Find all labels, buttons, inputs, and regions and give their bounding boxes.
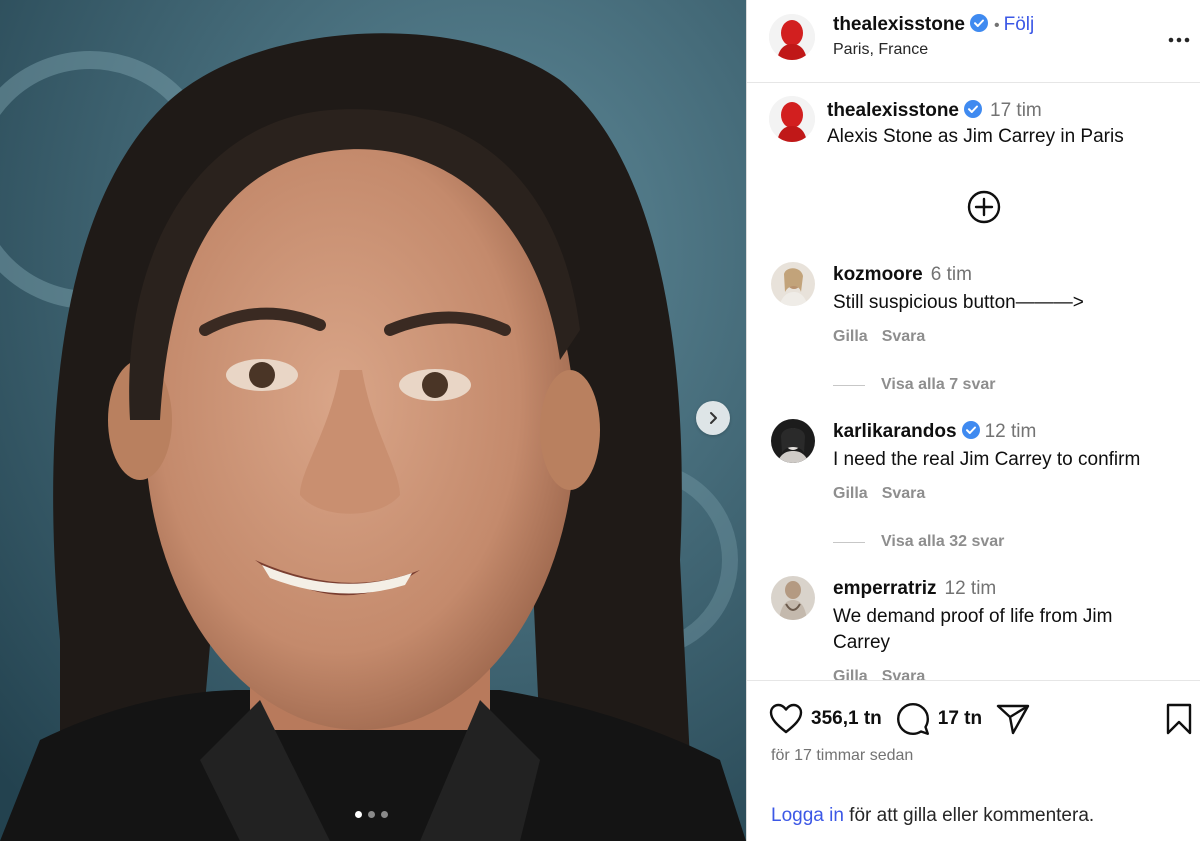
post-side-panel: thealexisstone • Följ Paris, France theale… — [746, 0, 1200, 841]
post-location[interactable]: Paris, France — [833, 41, 928, 59]
caption-time[interactable]: 17 tim — [990, 100, 1042, 121]
view-replies-label: Visa alla 32 svar — [881, 533, 1005, 550]
plus-circle-icon — [967, 190, 1001, 224]
dot-separator: • — [994, 17, 1000, 34]
reply-comment-button[interactable]: Svara — [882, 328, 926, 345]
heart-icon — [769, 703, 803, 734]
user-photo-avatar — [771, 262, 815, 306]
comment-header: karlikarandos 12 tim — [833, 421, 1036, 443]
like-comment-button[interactable]: Gilla — [833, 668, 868, 680]
carousel-dot[interactable] — [381, 811, 388, 818]
comment-username[interactable]: emperratriz — [833, 578, 937, 599]
user-photo-avatar — [771, 419, 815, 463]
red-mannequin-avatar — [769, 96, 815, 142]
chevron-right-icon — [710, 412, 717, 424]
comment-header: kozmoore 6 tim — [833, 264, 972, 286]
replies-divider — [833, 541, 865, 543]
post-footer: 356,1 tn 17 tn för 17 timmar sedan Logga… — [747, 680, 1200, 842]
comment-item: karlikarandos 12 tim I need the real Jim … — [747, 407, 1200, 564]
reply-comment-button[interactable]: Svara — [882, 668, 926, 680]
verified-badge-icon — [970, 14, 988, 32]
more-horizontal-icon — [1168, 37, 1190, 43]
comment-avatar[interactable] — [771, 419, 815, 463]
like-comment-button[interactable]: Gilla — [833, 328, 868, 345]
save-button[interactable] — [1165, 703, 1193, 740]
comment-actions: Gilla Svara — [833, 668, 939, 680]
verified-badge-icon — [961, 421, 980, 439]
comment-avatar[interactable] — [771, 576, 815, 620]
author-avatar[interactable] — [769, 14, 815, 60]
comments-count[interactable]: 17 tn — [938, 708, 982, 730]
send-icon — [996, 704, 1030, 735]
follow-button[interactable]: Följ — [1004, 14, 1035, 35]
verified-badge-icon — [964, 100, 982, 118]
post-timestamp[interactable]: för 17 timmar sedan — [771, 747, 913, 765]
caption-header: thealexisstone 17 tim — [827, 100, 1042, 122]
comment-text: We demand proof of life from Jim Carrey — [833, 606, 1113, 653]
comment-time[interactable]: 12 tim — [985, 421, 1037, 442]
comment-text: I need the real Jim Carrey to confirm — [833, 449, 1141, 470]
caption-author-avatar[interactable] — [769, 96, 815, 142]
comment-time[interactable]: 12 tim — [945, 578, 997, 599]
share-button[interactable] — [996, 703, 1030, 735]
comment-avatar[interactable] — [771, 262, 815, 306]
comment-text: Still suspicious button———> — [833, 292, 1084, 313]
login-link[interactable]: Logga in — [771, 805, 844, 826]
comment-time[interactable]: 6 tim — [931, 264, 972, 285]
bookmark-icon — [1166, 703, 1192, 735]
load-more-comments-button[interactable] — [967, 190, 1001, 224]
post-photo — [0, 0, 746, 841]
caption-text: Alexis Stone as Jim Carrey in Paris — [827, 126, 1124, 147]
login-prompt: Logga in för att gilla eller kommentera. — [771, 805, 1094, 827]
likes-count[interactable]: 356,1 tn — [811, 708, 882, 730]
post-header: thealexisstone • Följ Paris, France — [747, 0, 1200, 83]
header-title-row: thealexisstone • Följ — [833, 14, 1034, 36]
replies-divider — [833, 384, 865, 386]
action-row: 356,1 tn 17 tn — [769, 701, 1030, 737]
carousel-dot[interactable] — [368, 811, 375, 818]
user-photo-avatar — [771, 576, 815, 620]
comment-actions: Gilla Svara — [833, 328, 939, 346]
comment-header: emperratriz 12 tim — [833, 578, 996, 600]
comment-item: kozmoore 6 tim Still suspicious button———… — [747, 250, 1200, 407]
red-mannequin-avatar — [769, 14, 815, 60]
like-comment-button[interactable]: Gilla — [833, 485, 868, 502]
view-replies-label: Visa alla 7 svar — [881, 376, 996, 393]
more-options-button[interactable] — [1167, 28, 1191, 57]
login-prompt-text: för att gilla eller kommentera. — [843, 805, 1095, 826]
comment-username[interactable]: kozmoore — [833, 264, 923, 285]
comment-button[interactable] — [896, 702, 930, 736]
caption-username[interactable]: thealexisstone — [827, 100, 959, 121]
comment-item: emperratriz 12 tim We demand proof of lif… — [747, 564, 1200, 680]
like-button[interactable] — [769, 703, 803, 735]
comment-actions: Gilla Svara — [833, 485, 939, 503]
portrait-image — [0, 0, 746, 841]
comment-bubble-icon — [896, 703, 929, 735]
author-username[interactable]: thealexisstone — [833, 14, 965, 35]
comment-username[interactable]: karlikarandos — [833, 421, 957, 442]
view-replies-button[interactable]: Visa alla 7 svar — [833, 376, 995, 394]
next-image-button[interactable] — [696, 401, 730, 435]
reply-comment-button[interactable]: Svara — [882, 485, 926, 502]
carousel-dots — [355, 811, 388, 818]
carousel-dot[interactable] — [355, 811, 362, 818]
view-replies-button[interactable]: Visa alla 32 svar — [833, 533, 1004, 551]
comments-list[interactable]: kozmoore 6 tim Still suspicious button———… — [747, 250, 1200, 680]
